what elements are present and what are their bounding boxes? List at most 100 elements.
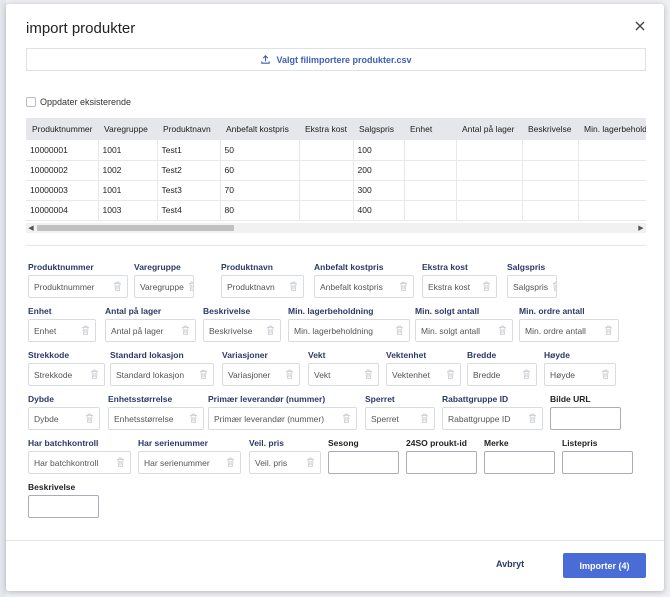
mapped-column-chip[interactable]: Strekkode (28, 363, 105, 386)
table-cell (404, 200, 457, 221)
drop-target-field[interactable] (550, 407, 621, 430)
mapped-column-chip[interactable]: Primær leverandør (nummer) (208, 407, 357, 430)
scroll-right-icon[interactable]: ▶ (636, 223, 646, 233)
drop-target-field[interactable] (28, 495, 99, 518)
mapped-column-chip[interactable]: Ekstra kost (422, 275, 497, 298)
drop-target-field[interactable] (484, 451, 555, 474)
table-cell (456, 200, 523, 221)
field-mapping: Merke (484, 438, 555, 474)
field-label: Primær leverandør (nummer) (208, 394, 326, 404)
mapped-column-chip[interactable]: Standard lokasjon (110, 363, 214, 386)
import-button[interactable]: Importer (4) (563, 553, 646, 578)
trash-icon[interactable] (302, 457, 315, 469)
drop-target-field[interactable] (406, 451, 477, 474)
table-cell (299, 160, 354, 181)
cancel-button[interactable]: Avbryt (496, 559, 524, 569)
mapped-column-chip[interactable]: Dybde (28, 407, 100, 430)
trash-icon[interactable] (109, 281, 122, 293)
trash-icon[interactable] (338, 413, 351, 425)
mapped-column-name: Dybde (34, 413, 59, 424)
mapped-column-name: Varegruppe (140, 281, 184, 292)
trash-icon[interactable] (222, 457, 235, 469)
trash-icon[interactable] (195, 369, 208, 381)
mapped-column-chip[interactable]: Anbefalt kostpris (314, 275, 414, 298)
trash-icon[interactable] (524, 413, 537, 425)
field-mapping: Produktnavn Produktnavn (221, 262, 304, 298)
mapped-column-chip[interactable]: Salgspris (507, 275, 557, 298)
trash-icon[interactable] (86, 369, 99, 381)
trash-icon[interactable] (395, 281, 408, 293)
update-existing-checkbox[interactable] (26, 97, 36, 107)
trash-icon[interactable] (281, 369, 294, 381)
table-cell: 70 (220, 180, 300, 201)
mapped-column-chip[interactable]: Min. solgt antall (415, 319, 513, 342)
trash-icon[interactable] (112, 457, 125, 469)
table-cell: 50 (220, 140, 300, 161)
scroll-thumb[interactable] (37, 225, 234, 231)
field-label: Beskrivelse (28, 482, 76, 492)
field-label: Bilde URL (550, 394, 591, 404)
field-label: Variasjoner (222, 350, 268, 360)
mapped-column-chip[interactable]: Vektenhet (386, 363, 461, 386)
table-cell: 10000004 (26, 200, 99, 221)
mapped-column-chip[interactable]: Har batchkontroll (28, 451, 131, 474)
trash-icon[interactable] (391, 325, 404, 337)
mapped-column-chip[interactable]: Bredde (467, 363, 537, 386)
drop-target-field[interactable] (328, 451, 399, 474)
mapped-column-chip[interactable]: Rabattgruppe ID (442, 407, 543, 430)
trash-icon[interactable] (184, 281, 193, 293)
trash-icon[interactable] (285, 281, 298, 293)
table-cell: Test4 (157, 200, 221, 221)
column-header: Produktnummer (26, 118, 98, 140)
scroll-left-icon[interactable]: ◀ (26, 223, 36, 233)
trash-icon[interactable] (600, 325, 613, 337)
mapped-column-chip[interactable]: Produktnavn (221, 275, 304, 298)
update-existing-checkbox-row[interactable]: Oppdater eksisterende (26, 97, 131, 107)
table-row: 10000001 1001 Test1 50 100 (26, 140, 646, 161)
mapped-column-chip[interactable]: Høyde (544, 363, 616, 386)
mapped-column-name: Anbefalt kostpris (320, 281, 383, 292)
field-mapping: Primær leverandør (nummer) Primær leveran… (208, 394, 357, 430)
column-header: Ekstra kost (299, 118, 353, 140)
field-mapping: Ekstra kost Ekstra kost (422, 262, 497, 298)
mapped-column-name: Høyde (550, 369, 576, 380)
trash-icon[interactable] (360, 369, 373, 381)
mapped-column-chip[interactable]: Min. ordre antall (519, 319, 619, 342)
mapped-column-chip[interactable]: Sperret (365, 407, 435, 430)
table-cell: 400 (353, 200, 405, 221)
mapped-column-chip[interactable]: Enhet (28, 319, 96, 342)
horizontal-scrollbar[interactable]: ◀ ▶ (26, 223, 646, 233)
field-label: Enhetsstørrelse (108, 394, 173, 404)
field-label: Veil. pris (249, 438, 284, 448)
column-header: Min. lagerbeholdning (578, 118, 646, 140)
update-existing-label: Oppdater eksisterende (40, 97, 132, 107)
trash-icon[interactable] (416, 413, 429, 425)
mapped-column-chip[interactable]: Har serienummer (138, 451, 241, 474)
mapped-column-chip[interactable]: Antal på lager (105, 319, 196, 342)
trash-icon[interactable] (185, 413, 198, 425)
mapped-column-chip[interactable]: Varegruppe (134, 275, 194, 298)
trash-icon[interactable] (442, 369, 455, 381)
trash-icon[interactable] (262, 325, 275, 337)
trash-icon[interactable] (478, 281, 491, 293)
trash-icon[interactable] (548, 281, 556, 293)
trash-icon[interactable] (177, 325, 190, 337)
column-header: Produktnavn (157, 118, 220, 140)
trash-icon[interactable] (494, 325, 507, 337)
close-icon[interactable] (632, 18, 648, 34)
mapped-column-chip[interactable]: Variasjoner (222, 363, 300, 386)
trash-icon[interactable] (597, 369, 610, 381)
field-mapping: Har serienummer Har serienummer (138, 438, 241, 474)
mapped-column-chip[interactable]: Min. lagerbeholdning (288, 319, 410, 342)
field-label: Dybde (28, 394, 54, 404)
mapped-column-chip[interactable]: Veil. pris (249, 451, 321, 474)
upload-file-button[interactable]: Valgt filimportere produkter.csv (26, 48, 646, 71)
mapped-column-chip[interactable]: Produktnummer (28, 275, 128, 298)
mapped-column-chip[interactable]: Beskrivelse (203, 319, 281, 342)
trash-icon[interactable] (81, 413, 94, 425)
drop-target-field[interactable] (562, 451, 633, 474)
mapped-column-chip[interactable]: Enhetsstørrelse (108, 407, 204, 430)
trash-icon[interactable] (518, 369, 531, 381)
mapped-column-chip[interactable]: Vekt (308, 363, 379, 386)
trash-icon[interactable] (77, 325, 90, 337)
